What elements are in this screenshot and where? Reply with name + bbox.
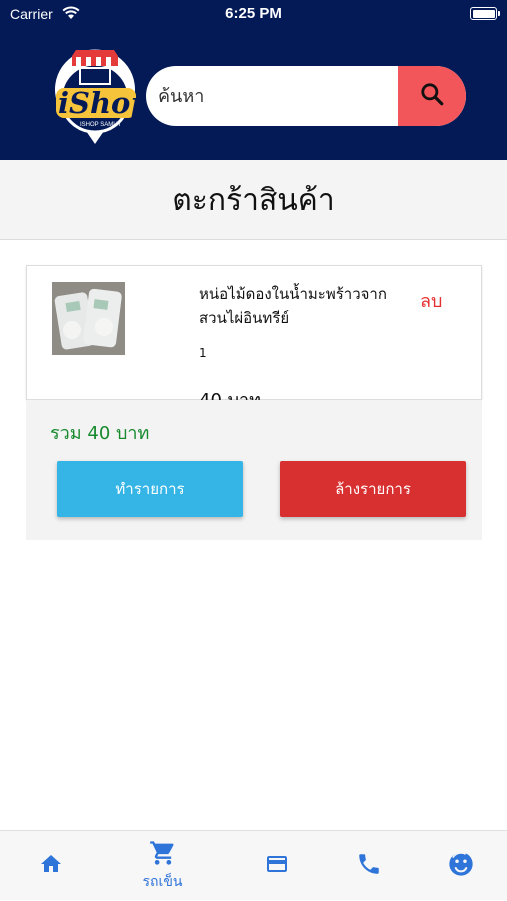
header: iShop ISHOP SAMUT [0, 30, 507, 160]
tab-contact[interactable] [318, 831, 419, 901]
tab-profile[interactable] [410, 831, 507, 901]
search-icon [419, 81, 445, 111]
page-title: ตะกร้าสินค้า [172, 183, 335, 218]
cart-item: หน่อไม้ดองในน้ำมะพร้าวจากสวนไผ่อินทรีย์ … [26, 265, 482, 411]
tab-home[interactable] [0, 831, 101, 901]
search-button[interactable] [398, 66, 466, 126]
remove-button[interactable]: ลบ [420, 286, 442, 315]
product-name: หน่อไม้ดองในน้ำมะพร้าวจากสวนไผ่อินทรีย์ [199, 285, 387, 327]
home-icon [38, 852, 64, 880]
face-icon [447, 850, 475, 882]
battery-icon [470, 7, 500, 20]
logo-subtext: ISHOP SAMUT [80, 122, 122, 128]
search-bar [146, 66, 466, 126]
search-input[interactable] [146, 66, 398, 126]
tab-payment[interactable] [226, 831, 327, 901]
clock: 6:25 PM [225, 5, 282, 22]
status-bar: Carrier 6:25 PM [0, 0, 507, 30]
logo-text: iShop [58, 86, 151, 120]
tab-cart-label: รถเข็น [142, 874, 183, 890]
credit-card-icon [263, 852, 291, 880]
title-bar: ตะกร้าสินค้า [0, 160, 507, 240]
phone-icon [356, 851, 382, 881]
bottom-tab-bar: รถเข็น [0, 830, 507, 900]
product-image [52, 282, 125, 355]
cart-total: รวม 40 บาท [50, 423, 150, 444]
product-quantity: 1 [199, 346, 207, 360]
cart-icon [149, 839, 177, 871]
checkout-button[interactable]: ทำรายการ [57, 461, 243, 517]
cart-summary: รวม 40 บาท ทำรายการ ล้างรายการ [26, 400, 482, 540]
clear-cart-button[interactable]: ล้างรายการ [280, 461, 466, 517]
ishop-logo[interactable]: iShop ISHOP SAMUT [50, 46, 151, 146]
tab-cart[interactable]: รถเข็น [112, 831, 213, 901]
